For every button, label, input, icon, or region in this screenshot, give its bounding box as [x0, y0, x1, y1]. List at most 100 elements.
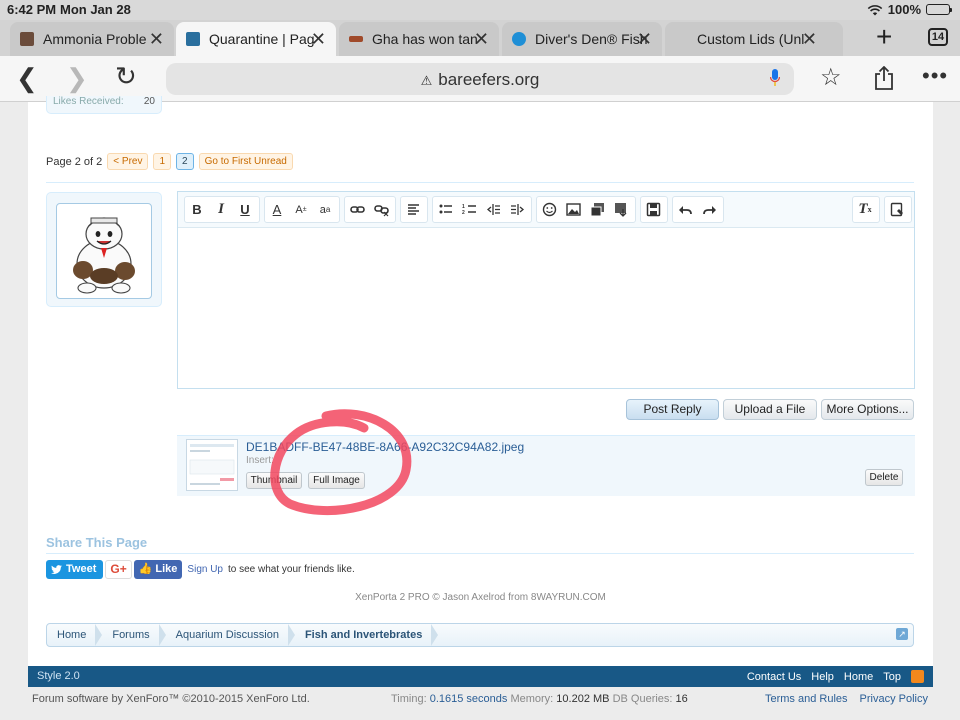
underline-icon[interactable]: U [233, 197, 257, 222]
unlink-icon[interactable] [369, 197, 393, 222]
privacy-link[interactable]: Privacy Policy [860, 693, 928, 705]
stats-label: Likes Received: [53, 96, 124, 107]
db-queries-label: DB Queries: [612, 693, 673, 705]
more-icon[interactable]: ••• [922, 62, 948, 90]
battery-percent: 100% [887, 2, 921, 17]
tab-favicon [512, 32, 526, 46]
toggle-bbcode-icon[interactable] [885, 197, 909, 222]
italic-icon[interactable]: I [209, 197, 233, 222]
url-field[interactable]: ⚠ bareefers.org [166, 63, 794, 95]
share-icon[interactable] [873, 66, 895, 90]
marshmallow-man-icon [73, 217, 135, 294]
warning-icon: ⚠ [420, 73, 433, 88]
bold-icon[interactable]: B [185, 197, 209, 222]
prev-page-link[interactable]: < Prev [107, 153, 149, 170]
status-bar: 6:42 PM Mon Jan 28 100% [0, 0, 960, 20]
footer-home-link[interactable]: Home [844, 671, 873, 683]
page-label: Page 2 of 2 [46, 155, 103, 168]
bullet-list-icon[interactable] [433, 197, 457, 222]
font-size-icon[interactable]: A ± [289, 197, 313, 222]
upload-file-button[interactable]: Upload a File [723, 399, 817, 420]
close-icon[interactable]: ✕ [474, 30, 489, 48]
first-unread-link[interactable]: Go to First Unread [198, 153, 293, 170]
tweet-button[interactable]: Tweet [46, 560, 104, 579]
close-icon[interactable]: ✕ [311, 30, 326, 48]
facebook-like-button[interactable]: 👍 Like [133, 560, 183, 579]
numbered-list-icon[interactable]: 12 [457, 197, 481, 222]
bookmark-star-icon[interactable]: ☆ [820, 64, 842, 92]
tweet-label: Tweet [66, 563, 97, 575]
breadcrumb-home[interactable]: Home [47, 624, 103, 646]
outdent-icon[interactable] [481, 197, 505, 222]
smiley-icon[interactable] [537, 197, 561, 222]
image-icon[interactable] [561, 197, 585, 222]
divider [46, 553, 914, 554]
tab-quarantine[interactable]: Quarantine | Pag ✕ [176, 22, 336, 56]
tab-ammonia[interactable]: Ammonia Proble ✕ [10, 22, 174, 56]
close-icon[interactable]: ✕ [802, 30, 817, 48]
terms-link[interactable]: Terms and Rules [765, 693, 848, 705]
jump-to-icon[interactable]: ↗ [896, 628, 908, 640]
style-chooser[interactable]: Style 2.0 [37, 670, 80, 682]
avatar[interactable] [56, 203, 152, 299]
close-icon[interactable]: ✕ [149, 30, 164, 48]
breadcrumb-forums[interactable]: Forums [102, 624, 166, 646]
post-reply-button[interactable]: Post Reply [626, 399, 719, 420]
like-label: Like [155, 563, 178, 575]
breadcrumb-aquarium-discussion[interactable]: Aquarium Discussion [166, 624, 296, 646]
link-icon[interactable] [345, 197, 369, 222]
remove-formatting-icon[interactable]: Tx [853, 197, 877, 222]
undo-icon[interactable] [673, 197, 697, 222]
editor-toolbar: B I U A A ± aa 1 2 T x [178, 192, 914, 228]
close-icon[interactable]: ✕ [637, 30, 652, 48]
memory-value: 10.202 MB [556, 693, 610, 705]
tab-divers-den[interactable]: Diver's Den® Fish ✕ [502, 22, 662, 56]
font-color-icon[interactable]: A [265, 197, 289, 222]
wifi-icon [867, 4, 883, 15]
breadcrumb-fish-and-invertebrates[interactable]: Fish and Invertebrates [295, 624, 439, 646]
media-icon[interactable] [585, 197, 609, 222]
editor-textarea[interactable] [178, 229, 914, 388]
more-options-button[interactable]: More Options... [821, 399, 914, 420]
insert-full-image-button[interactable]: Full Image [308, 472, 365, 489]
xenporta-credit: XenPorta 2 PRO © Jason Axelrod from 8WAY… [355, 592, 606, 603]
new-tab-icon[interactable]: + [876, 22, 892, 52]
db-queries-value: 16 [675, 693, 688, 705]
tab-count-badge[interactable]: 14 [928, 28, 948, 46]
attachment-thumbnail[interactable] [186, 439, 238, 491]
tab-title: Custom Lids (Unl [697, 31, 805, 47]
footer-help-link[interactable]: Help [811, 671, 834, 683]
footer-top-link[interactable]: Top [883, 671, 901, 683]
microphone-icon[interactable] [770, 69, 780, 87]
signup-link[interactable]: Sign Up [187, 564, 223, 575]
pagination: Page 2 of 2 < Prev 1 2 Go to First Unrea… [46, 153, 293, 170]
share-title: Share This Page [46, 535, 148, 550]
insert-thumbnail-button[interactable]: Thumbnail [246, 472, 302, 489]
forward-icon[interactable]: ❯ [66, 63, 88, 93]
share-buttons: Tweet G+ 👍 Like Sign Up to see what your… [46, 560, 355, 579]
redo-icon[interactable] [697, 197, 721, 222]
attachment-filename[interactable]: DE1BADFF-BE47-48BE-8A66-A92C32C94A82.jpe… [246, 440, 524, 454]
align-icon[interactable] [401, 197, 425, 222]
page-content: Likes Received: 20 Page 2 of 2 < Prev 1 … [28, 96, 933, 666]
breadcrumb: Home Forums Aquarium Discussion Fish and… [46, 623, 914, 647]
indent-icon[interactable] [505, 197, 529, 222]
reply-editor: B I U A A ± aa 1 2 T x [177, 191, 915, 389]
footer-contact-link[interactable]: Contact Us [747, 671, 801, 683]
page-2-link[interactable]: 2 [176, 153, 194, 170]
back-icon[interactable]: ❮ [16, 63, 38, 93]
google-plus-button[interactable]: G+ [105, 560, 132, 579]
delete-attachment-button[interactable]: Delete [865, 469, 903, 486]
legal-links: Terms and Rules Privacy Policy [765, 693, 928, 705]
page-1-link[interactable]: 1 [153, 153, 172, 170]
tab-gha[interactable]: Gha has won tan ✕ [339, 22, 499, 56]
tab-favicon [20, 32, 34, 46]
insert-icon[interactable] [609, 197, 633, 222]
tab-custom-lids[interactable]: Custom Lids (Unl ✕ [665, 22, 843, 56]
save-draft-icon[interactable] [641, 197, 665, 222]
reload-icon[interactable]: ↻ [115, 61, 137, 91]
rss-icon[interactable] [911, 670, 924, 683]
font-family-icon[interactable]: aa [313, 197, 337, 222]
divider [46, 182, 914, 183]
signup-suffix: to see what your friends like. [228, 564, 355, 575]
